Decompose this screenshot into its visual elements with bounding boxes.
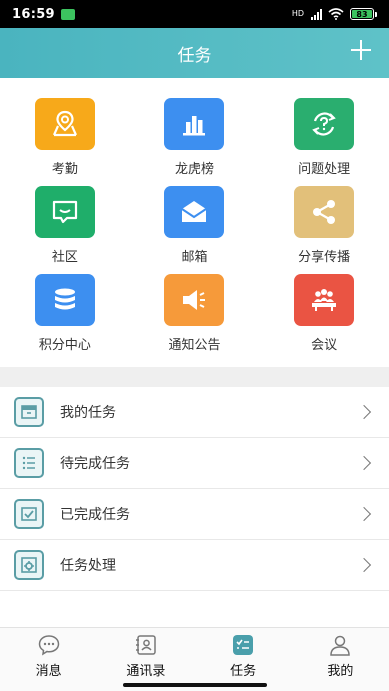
add-icon[interactable] — [349, 38, 373, 62]
share-icon — [294, 186, 355, 238]
tab-label: 任务 — [230, 664, 257, 679]
check-icon — [14, 499, 44, 529]
database-icon — [34, 274, 95, 326]
question-refresh-icon — [294, 98, 355, 150]
grid-item-mailbox[interactable]: 邮箱 — [130, 186, 260, 274]
grid-item-label: 分享传播 — [298, 250, 351, 265]
home-indicator[interactable] — [123, 683, 267, 687]
grid-item-label: 考勤 — [51, 162, 78, 177]
user-icon — [330, 635, 351, 656]
grid-item-issues[interactable]: 问题处理 — [259, 98, 389, 186]
notification-icon — [60, 8, 75, 20]
list-item-label: 待完成任务 — [60, 456, 130, 472]
settings-icon — [14, 550, 44, 580]
grid-item-notice[interactable]: 通知公告 — [130, 274, 260, 362]
grid-item-label: 龙虎榜 — [174, 162, 214, 177]
list-item-task-handling[interactable]: 任务处理 — [0, 540, 389, 591]
mail-icon — [164, 186, 225, 238]
tab-contacts[interactable]: 通讯录 — [97, 628, 194, 691]
list-item-my-tasks[interactable]: 我的任务 — [0, 387, 389, 438]
status-time: 16:59 — [12, 6, 55, 22]
chevron-right-icon — [356, 506, 372, 522]
bar-chart-icon — [164, 98, 225, 150]
task-icon — [233, 635, 254, 655]
chevron-right-icon — [356, 455, 372, 471]
contacts-icon — [135, 635, 156, 655]
list-item-label: 任务处理 — [60, 558, 116, 574]
network-type: HD — [291, 9, 304, 18]
grid-item-points[interactable]: 积分中心 — [0, 274, 130, 362]
list-item-completed-tasks[interactable]: 已完成任务 — [0, 489, 389, 540]
page-title: 任务 — [177, 45, 212, 66]
signal-icon — [311, 8, 322, 20]
battery-icon: 83 — [350, 8, 377, 20]
grid-item-share[interactable]: 分享传播 — [259, 186, 389, 274]
grid-item-community[interactable]: 社区 — [0, 186, 130, 274]
section-divider — [0, 367, 389, 387]
grid-item-label: 积分中心 — [38, 338, 91, 353]
grid-item-attendance[interactable]: 考勤 — [0, 98, 130, 186]
grid-item-label: 通知公告 — [168, 338, 221, 353]
tab-me[interactable]: 我的 — [292, 628, 389, 691]
bottom-tab-bar: 消息 通讯录 任务 我的 — [0, 627, 389, 691]
grid-item-label: 邮箱 — [181, 250, 208, 265]
list-item-pending-tasks[interactable]: 待完成任务 — [0, 438, 389, 489]
function-grid: 考勤 龙虎榜 问题处理 社区 邮箱 分享传播 积分中心 通知公告 会议 — [0, 78, 389, 367]
chat-icon — [34, 186, 95, 238]
inbox-icon — [14, 397, 44, 427]
wifi-icon — [328, 8, 344, 20]
header-bar: 任务 — [0, 28, 389, 78]
list-bottom-space — [0, 591, 389, 627]
list-item-label: 我的任务 — [60, 405, 116, 421]
grid-item-ranking[interactable]: 龙虎榜 — [130, 98, 260, 186]
battery-level: 83 — [352, 10, 372, 19]
tab-label: 通讯录 — [126, 664, 166, 679]
grid-item-label: 社区 — [51, 250, 78, 265]
meeting-icon — [294, 274, 355, 326]
chat-bubble-icon — [38, 635, 59, 656]
screen: 16:59 HD 83 任务 考勤 龙虎榜 问题处理 社区 邮箱 分享传播 积分… — [0, 0, 389, 691]
list-item-label: 已完成任务 — [60, 507, 130, 523]
list-icon — [14, 448, 44, 478]
status-bar: 16:59 HD 83 — [0, 0, 389, 28]
chevron-right-icon — [356, 557, 372, 573]
task-list: 我的任务 待完成任务 已完成任务 任务处理 — [0, 387, 389, 591]
tab-label: 消息 — [35, 664, 62, 679]
grid-item-label: 问题处理 — [298, 162, 351, 177]
megaphone-icon — [164, 274, 225, 326]
tab-tasks[interactable]: 任务 — [195, 628, 292, 691]
grid-item-label: 会议 — [311, 338, 338, 353]
map-pin-icon — [34, 98, 95, 150]
tab-messages[interactable]: 消息 — [0, 628, 97, 691]
grid-item-meeting[interactable]: 会议 — [259, 274, 389, 362]
chevron-right-icon — [356, 404, 372, 420]
tab-label: 我的 — [327, 664, 354, 679]
